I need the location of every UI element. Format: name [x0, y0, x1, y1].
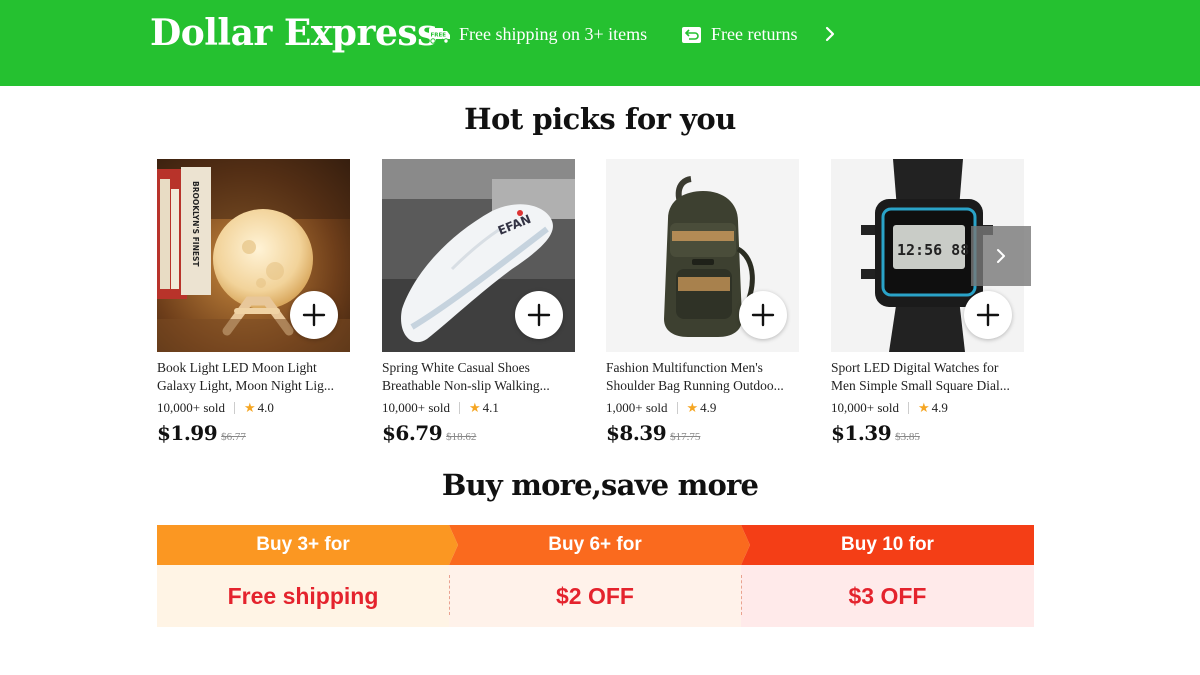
rating-value: 4.1	[482, 400, 499, 415]
chevron-right-icon[interactable]	[822, 24, 838, 44]
star-icon: ★	[686, 400, 699, 415]
product-title-line: Spring White Casual Shoes	[382, 360, 530, 375]
product-title-line: Book Light LED Moon Light	[157, 360, 317, 375]
free-returns-icon	[682, 26, 701, 43]
watch-display-text: 12:56 88	[897, 241, 969, 259]
product-title-line: Sport LED Digital Watches for	[831, 360, 999, 375]
product-card[interactable]: Fashion Multifunction Men's Shoulder Bag…	[606, 159, 799, 459]
sold-count: 10,000+ sold	[382, 400, 451, 415]
plus-icon	[976, 303, 1000, 327]
product-title-line: Breathable Non-slip Walking...	[382, 378, 550, 393]
star-icon: ★	[244, 400, 256, 415]
product-price: $6.79 $18.62	[382, 421, 476, 445]
plus-icon	[302, 303, 326, 327]
carousel-next-button[interactable]	[971, 226, 1031, 286]
product-title-line: Shoulder Bag Running Outdoo...	[606, 378, 784, 393]
sold-count: 10,000+ sold	[157, 400, 226, 415]
free-shipping-text: Free shipping on 3+ items	[459, 24, 648, 44]
tier-1-head: Buy 3+ for	[256, 534, 350, 555]
product-card[interactable]: 12:56 88 Sport LED Digital Watches for M…	[831, 159, 1024, 459]
plus-icon	[751, 303, 775, 327]
current-price: $6.79	[382, 421, 443, 445]
original-price: $18.62	[446, 431, 477, 443]
product-meta: 10,000+ sold ★ 4.9	[831, 400, 948, 416]
tier-2-benefit: $2 OFF	[449, 565, 741, 627]
original-price: $6.77	[221, 431, 246, 443]
product-title-line: Fashion Multifunction Men's	[606, 360, 763, 375]
tier-divider	[449, 575, 450, 615]
top-banner: Dollar Express FREE Free shipping on 3+ …	[0, 0, 1200, 86]
sold-count: 10,000+ sold	[831, 400, 900, 415]
product-title-line: Men Simple Small Square Dial...	[831, 378, 1010, 393]
add-to-cart-button[interactable]	[515, 291, 563, 339]
tier-1-benefit: Free shipping	[157, 565, 449, 627]
free-shipping-perk[interactable]: FREE Free shipping on 3+ items	[428, 24, 647, 45]
meta-divider	[459, 402, 461, 414]
tier-2-head: Buy 6+ for	[548, 534, 642, 555]
original-price: $17.75	[670, 431, 701, 443]
book-spine-text: BROOKLYN'S FINEST	[191, 181, 200, 267]
product-title[interactable]: Book Light LED Moon Light Galaxy Light, …	[157, 359, 350, 395]
original-price: $3.85	[895, 431, 920, 443]
star-icon: ★	[918, 400, 930, 415]
product-price: $8.39 $17.75	[606, 421, 700, 445]
tier-divider	[741, 575, 742, 615]
sold-count: 1,000+ sold	[606, 400, 668, 415]
product-carousel: BROOKLYN'S FINEST Book Light LED Moon Li…	[157, 159, 1037, 459]
meta-divider	[234, 402, 236, 414]
product-price: $1.39 $3.85	[831, 421, 920, 445]
add-to-cart-button[interactable]	[290, 291, 338, 339]
rating-value: 4.9	[700, 400, 717, 415]
rating-value: 4.0	[257, 400, 274, 415]
svg-text:FREE: FREE	[431, 32, 447, 38]
product-title[interactable]: Sport LED Digital Watches for Men Simple…	[831, 359, 1024, 395]
tier-3-head: Buy 10 for	[841, 534, 934, 555]
product-title-line: Galaxy Light, Moon Night Lig...	[157, 378, 334, 393]
free-returns-text: Free returns	[711, 24, 798, 44]
product-meta: 10,000+ sold ★ 4.0	[157, 400, 274, 416]
current-price: $1.39	[831, 421, 892, 445]
tier-3-benefit: $3 OFF	[741, 565, 1034, 627]
product-card[interactable]: BROOKLYN'S FINEST Book Light LED Moon Li…	[157, 159, 350, 459]
add-to-cart-button[interactable]	[964, 291, 1012, 339]
meta-divider	[676, 402, 678, 414]
product-title[interactable]: Spring White Casual Shoes Breathable Non…	[382, 359, 575, 395]
hot-picks-title: Hot picks for you	[464, 102, 736, 136]
free-returns-perk[interactable]: Free returns	[680, 24, 797, 45]
tiered-discount-banner[interactable]: Buy 3+ for Buy 6+ for Buy 10 for Free sh…	[157, 525, 1034, 627]
current-price: $8.39	[606, 421, 667, 445]
add-to-cart-button[interactable]	[739, 291, 787, 339]
star-icon: ★	[469, 400, 481, 415]
buy-more-title: Buy more,save more	[441, 468, 759, 502]
product-meta: 10,000+ sold ★ 4.1	[382, 400, 499, 416]
product-meta: 1,000+ sold ★ 4.9	[606, 400, 716, 416]
rating-value: 4.9	[931, 400, 948, 415]
free-shipping-truck-icon: FREE	[429, 27, 450, 44]
meta-divider	[908, 402, 910, 414]
brand-logo[interactable]: Dollar Express	[150, 12, 437, 54]
current-price: $1.99	[157, 421, 218, 445]
product-price: $1.99 $6.77	[157, 421, 246, 445]
product-title[interactable]: Fashion Multifunction Men's Shoulder Bag…	[606, 359, 799, 395]
chevron-right-icon	[997, 249, 1005, 263]
product-card[interactable]: EFAN Spring White Casual Shoes Breathabl…	[382, 159, 575, 459]
plus-icon	[527, 303, 551, 327]
